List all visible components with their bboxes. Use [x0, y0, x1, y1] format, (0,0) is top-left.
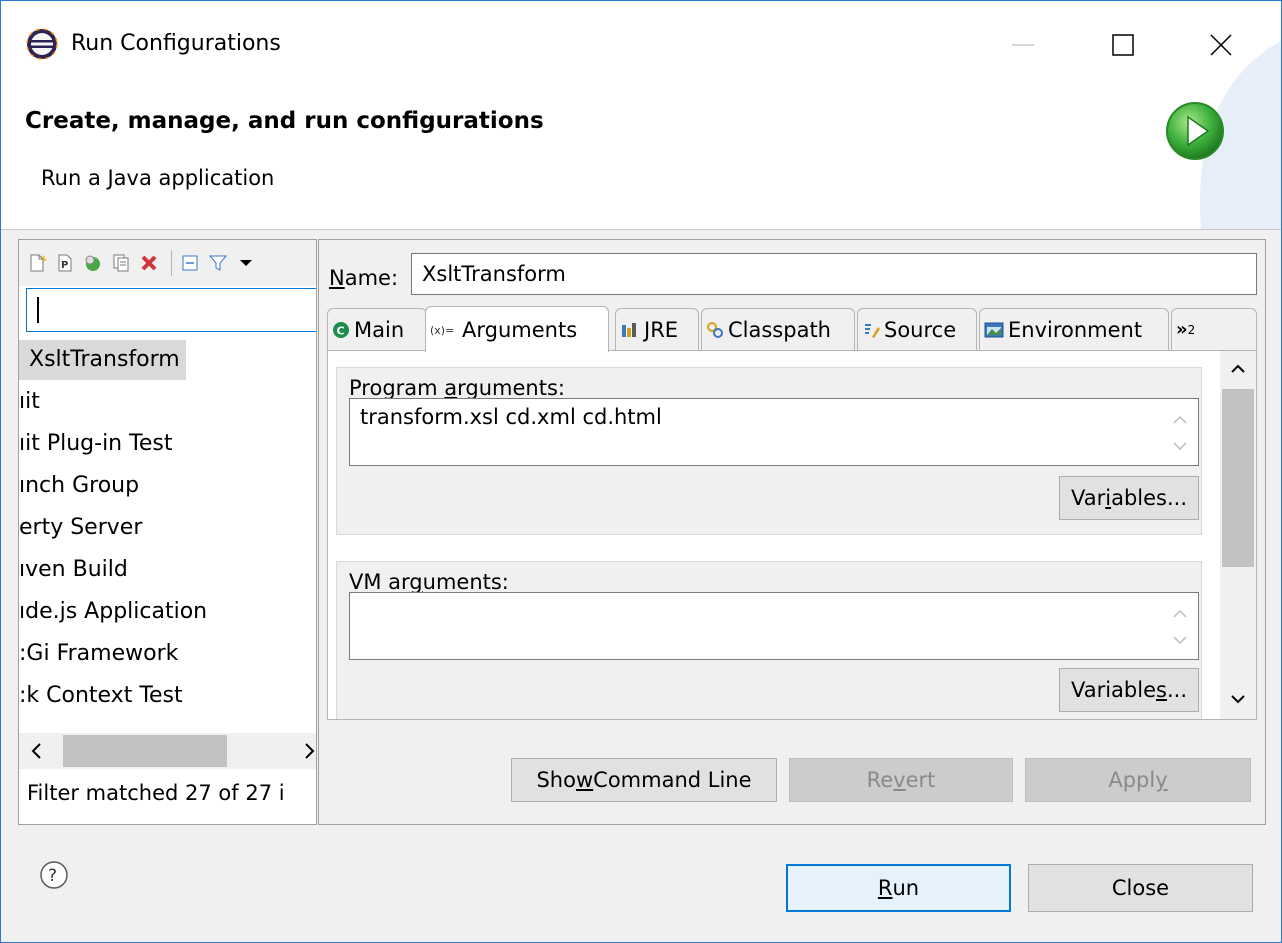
close-button-label: Close — [1111, 876, 1170, 900]
apply-button[interactable]: Appl y — [1025, 758, 1251, 802]
delete-icon[interactable] — [137, 251, 161, 275]
more-tabs-button[interactable]: » 2 — [1171, 308, 1257, 350]
new-prototype-icon[interactable]: P — [53, 251, 77, 275]
svg-text:?: ? — [48, 866, 57, 886]
help-icon[interactable]: ? — [38, 859, 70, 891]
scroll-left-icon[interactable] — [27, 739, 47, 767]
tab-main-label: Main — [354, 317, 405, 342]
main-tab-icon: C — [332, 321, 350, 339]
view-menu-icon[interactable] — [234, 251, 258, 275]
configuration-list-panel: P XsltTransform ıit ıit Plug-in Test ınc… — [18, 239, 317, 825]
arguments-tab-content: Program arguments: transform.xsl cd.xml … — [327, 350, 1257, 720]
tab-source[interactable]: Source — [857, 308, 977, 350]
eclipse-icon — [25, 27, 59, 61]
arguments-tab-icon: (x)= — [430, 321, 458, 339]
tab-jre-label: JRE — [644, 317, 679, 342]
run-button[interactable]: Run — [786, 864, 1011, 912]
tab-arguments[interactable]: (x)= Arguments — [425, 306, 609, 352]
tree-item-label: ınch Group — [19, 473, 140, 498]
classpath-tab-icon — [706, 321, 724, 339]
dialog-header: Create, manage, and run configurations R… — [1, 41, 1281, 230]
filter-icon[interactable] — [206, 251, 230, 275]
horizontal-scrollbar[interactable] — [19, 733, 316, 769]
more-tabs-glyph: » — [1176, 319, 1188, 340]
tree-item-junit-plugin-test[interactable]: ıit Plug-in Test — [19, 424, 172, 464]
tree-item-label: :Gi Framework — [19, 641, 179, 666]
configuration-editor-panel: Name: XsltTransform C Main (x)= Argument… — [318, 239, 1266, 825]
export-icon[interactable] — [81, 251, 105, 275]
title-bar: Run Configurations — [1, 1, 1281, 91]
tab-environment-label: Environment — [1008, 317, 1143, 342]
run-icon — [1163, 99, 1227, 167]
svg-text:(x)=: (x)= — [430, 324, 454, 337]
vm-arguments-textarea[interactable] — [349, 592, 1199, 660]
tree-item-label: ıde.js Application — [19, 599, 208, 624]
close-button[interactable]: Close — [1028, 864, 1253, 912]
tab-source-label: Source — [884, 317, 957, 342]
program-arguments-group: Program arguments: transform.xsl cd.xml … — [336, 367, 1202, 535]
tab-main[interactable]: C Main — [327, 308, 427, 350]
name-label: Name: — [329, 266, 399, 290]
tree-item-label: ıit — [19, 389, 40, 414]
vm-arguments-label: VM arguments: — [349, 570, 509, 594]
new-config-icon[interactable] — [25, 251, 49, 275]
header-subtitle: Run a Java application — [41, 166, 275, 190]
tab-classpath[interactable]: Classpath — [701, 308, 855, 350]
tree-item-osgi-framework[interactable]: :Gi Framework — [19, 634, 178, 674]
header-title: Create, manage, and run configurations — [25, 108, 544, 134]
config-tabs: C Main (x)= Arguments JRE Classpath Sour… — [327, 306, 1257, 352]
tree-item-junit[interactable]: ıit — [19, 382, 40, 422]
program-arguments-value: transform.xsl cd.xml cd.html — [360, 405, 662, 429]
vm-arguments-group: VM arguments: Variable s... — [336, 561, 1202, 719]
text-caret — [37, 297, 39, 323]
program-arguments-scrollbar[interactable] — [1162, 399, 1198, 465]
tab-jre[interactable]: JRE — [615, 308, 699, 350]
more-tabs-count: 2 — [1187, 322, 1196, 337]
run-configurations-window: Run Configurations Create, manage, and r… — [0, 0, 1282, 943]
tab-content-vertical-scrollbar[interactable] — [1220, 351, 1256, 719]
program-arguments-textarea[interactable]: transform.xsl cd.xml cd.html — [349, 398, 1199, 466]
scroll-right-icon[interactable] — [303, 739, 316, 767]
environment-tab-icon — [984, 321, 1004, 339]
tab-environment[interactable]: Environment — [979, 308, 1169, 350]
duplicate-icon[interactable] — [109, 251, 133, 275]
scroll-down-icon[interactable] — [1228, 689, 1248, 713]
collapse-all-icon[interactable] — [178, 251, 202, 275]
filter-status-text: Filter matched 27 of 27 i — [27, 781, 285, 805]
tree-item-task-context-test[interactable]: :k Context Test — [19, 676, 183, 716]
name-input[interactable]: XsltTransform — [411, 253, 1257, 295]
filter-input[interactable] — [26, 288, 316, 332]
scroll-up-icon[interactable] — [1228, 359, 1248, 383]
tree-item-label: :k Context Test — [19, 683, 183, 708]
tree-item-label: erty Server — [19, 515, 143, 540]
tree-item-label: ıven Build — [19, 557, 128, 582]
vertical-scroll-thumb[interactable] — [1222, 389, 1254, 567]
program-arguments-label: Program arguments: — [349, 376, 565, 400]
revert-button[interactable]: Re v ert — [789, 758, 1013, 802]
tree-item-label: ıit Plug-in Test — [19, 431, 173, 456]
show-command-line-button[interactable]: Sho w Command Line — [511, 758, 777, 802]
program-variables-button[interactable]: Var i ables... — [1059, 476, 1199, 520]
tab-arguments-label: Arguments — [462, 317, 578, 342]
svg-text:P: P — [61, 260, 68, 271]
toolbar-separator — [171, 250, 172, 276]
horizontal-scroll-thumb[interactable] — [63, 735, 227, 767]
tree-item-nodejs-application[interactable]: ıde.js Application — [19, 592, 207, 632]
tree-item-liberty-server[interactable]: erty Server — [19, 508, 142, 548]
vm-variables-button[interactable]: Variable s... — [1059, 668, 1199, 712]
tree-item-launch-group[interactable]: ınch Group — [19, 466, 139, 506]
tab-classpath-label: Classpath — [728, 317, 831, 342]
tree-item-label: XsltTransform — [29, 347, 180, 372]
source-tab-icon — [862, 321, 880, 339]
minimize-button[interactable] — [995, 17, 1051, 73]
jre-tab-icon — [620, 321, 640, 339]
list-toolbar: P — [19, 240, 316, 286]
svg-text:C: C — [337, 324, 345, 337]
vm-arguments-scrollbar[interactable] — [1162, 593, 1198, 659]
window-title: Run Configurations — [71, 31, 281, 56]
tree-item-xslttransform[interactable]: XsltTransform — [19, 340, 186, 380]
tree-item-maven-build[interactable]: ıven Build — [19, 550, 128, 590]
